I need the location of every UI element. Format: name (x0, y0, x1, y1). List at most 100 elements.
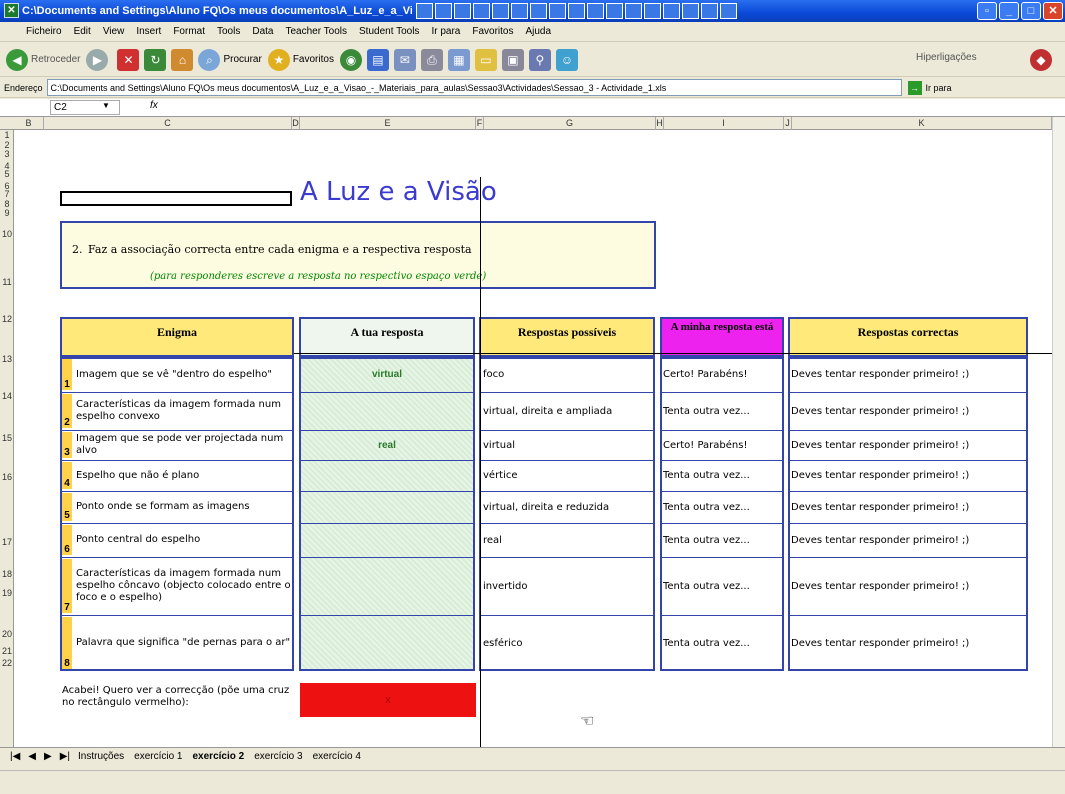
answer-input[interactable] (301, 615, 473, 671)
go-button[interactable]: Ir para (926, 83, 952, 93)
row-header[interactable]: 20 (0, 629, 14, 639)
edit-icon[interactable]: ▦ (447, 48, 470, 71)
menu-item[interactable]: Teacher Tools (285, 26, 347, 37)
answer-input[interactable] (301, 491, 473, 523)
task-icon[interactable] (416, 3, 433, 19)
menu-item[interactable]: Edit (74, 26, 91, 37)
row-header[interactable]: 19 (0, 588, 14, 598)
address-input[interactable]: C:\Documents and Settings\Aluno FQ\Os me… (46, 79, 902, 96)
sheet-tab[interactable]: Instruções (78, 751, 124, 762)
history-icon[interactable]: ▤ (366, 48, 389, 71)
task-icon[interactable] (454, 3, 471, 19)
media-icon[interactable]: ◉ (339, 48, 362, 71)
task-icon[interactable] (663, 3, 680, 19)
answer-input[interactable] (301, 392, 473, 430)
column-header[interactable]: I (664, 117, 784, 130)
task-icon[interactable] (473, 3, 490, 19)
favorites-button[interactable]: ★ Favoritos (267, 48, 334, 71)
maximize-icon[interactable]: □ (1021, 2, 1041, 20)
row-header[interactable]: 9 (0, 208, 14, 218)
task-icon[interactable] (606, 3, 623, 19)
row-header[interactable]: 11 (0, 277, 14, 287)
go-arrow-icon[interactable]: → (907, 80, 922, 95)
home-icon[interactable]: ⌂ (171, 48, 194, 71)
stop-icon[interactable]: ✕ (117, 48, 140, 71)
close-icon[interactable]: ✕ (1043, 2, 1063, 20)
row-header[interactable]: 17 (0, 537, 14, 547)
answer-input[interactable]: virtual (301, 357, 473, 392)
row-header[interactable]: 1 (0, 130, 14, 140)
column-header[interactable]: F (476, 117, 484, 130)
row-header[interactable]: 10 (0, 229, 14, 239)
row-header[interactable]: 5 (0, 169, 14, 179)
search-button[interactable]: ⌕ Procurar (198, 48, 262, 71)
selected-cell[interactable] (60, 191, 292, 206)
row-header[interactable]: 13 (0, 354, 14, 364)
column-header[interactable]: B (14, 117, 44, 130)
column-header[interactable]: E (300, 117, 476, 130)
task-icon[interactable] (530, 3, 547, 19)
task-icon[interactable] (511, 3, 528, 19)
column-header[interactable]: K (792, 117, 1052, 130)
menu-item[interactable]: Insert (136, 26, 161, 37)
menu-item[interactable]: View (103, 26, 125, 37)
task-icon[interactable] (492, 3, 509, 19)
task-icon[interactable] (701, 3, 718, 19)
messenger-icon[interactable]: ☺ (555, 48, 578, 71)
row-header[interactable]: 22 (0, 658, 14, 668)
sheet-tab[interactable]: exercício 3 (254, 751, 302, 762)
row-header[interactable]: 15 (0, 433, 14, 443)
answer-input[interactable] (301, 523, 473, 557)
task-icon[interactable] (568, 3, 585, 19)
menu-item[interactable]: Ficheiro (26, 26, 62, 37)
sheet-tab[interactable]: exercício 1 (134, 751, 182, 762)
menu-item[interactable]: Ajuda (525, 26, 551, 37)
task-icon[interactable] (549, 3, 566, 19)
back-button[interactable]: ◀ Retroceder (6, 48, 80, 71)
column-header[interactable]: J (784, 117, 792, 130)
tab-nav-first-icon[interactable]: |◀ (10, 751, 20, 762)
task-icon[interactable] (587, 3, 604, 19)
forward-button[interactable]: ▶ (86, 48, 111, 71)
dropdown-arrow-icon[interactable]: ▼ (102, 101, 110, 110)
row-header[interactable]: 3 (0, 149, 14, 159)
acrobat-icon[interactable]: ◆ (1030, 49, 1052, 71)
task-icon[interactable] (435, 3, 452, 19)
menu-item[interactable]: Favoritos (472, 26, 513, 37)
sheet-tab[interactable]: exercício 2 (193, 751, 245, 762)
column-header[interactable]: G (484, 117, 656, 130)
answer-input[interactable]: real (301, 430, 473, 460)
sheet-tab[interactable]: exercício 4 (313, 751, 361, 762)
menu-item[interactable]: Tools (217, 26, 240, 37)
links-label[interactable]: Hiperligações (916, 52, 977, 63)
row-header[interactable]: 21 (0, 646, 14, 656)
column-header[interactable]: D (292, 117, 300, 130)
finish-checkbox[interactable]: x (300, 683, 476, 717)
research-icon[interactable]: ⚲ (528, 48, 551, 71)
row-header[interactable]: 14 (0, 391, 14, 401)
task-icon[interactable] (625, 3, 642, 19)
row-header[interactable]: 7 (0, 189, 14, 199)
column-header[interactable]: C (44, 117, 292, 130)
print-icon[interactable]: ⎙ (420, 48, 443, 71)
tab-nav-last-icon[interactable]: ▶| (60, 751, 70, 762)
menu-item[interactable]: Student Tools (359, 26, 419, 37)
tab-nav-next-icon[interactable]: ▶ (44, 751, 52, 762)
mail-icon[interactable]: ✉ (393, 48, 416, 71)
task-icon[interactable] (644, 3, 661, 19)
task-icon[interactable] (682, 3, 699, 19)
column-header[interactable]: H (656, 117, 664, 130)
task-icon[interactable] (720, 3, 737, 19)
fx-icon[interactable]: fx (150, 100, 158, 111)
folder-icon[interactable]: ▭ (474, 48, 497, 71)
row-header[interactable]: 18 (0, 569, 14, 579)
answer-input[interactable] (301, 557, 473, 615)
answer-input[interactable] (301, 460, 473, 491)
restore-icon[interactable]: ▫ (977, 2, 997, 20)
minimize-icon[interactable]: _ (999, 2, 1019, 20)
tab-nav-prev-icon[interactable]: ◀ (28, 751, 36, 762)
vertical-scrollbar[interactable] (1052, 117, 1065, 747)
menu-item[interactable]: Data (252, 26, 273, 37)
row-header[interactable]: 16 (0, 472, 14, 482)
menu-item[interactable]: Ir para (431, 26, 460, 37)
